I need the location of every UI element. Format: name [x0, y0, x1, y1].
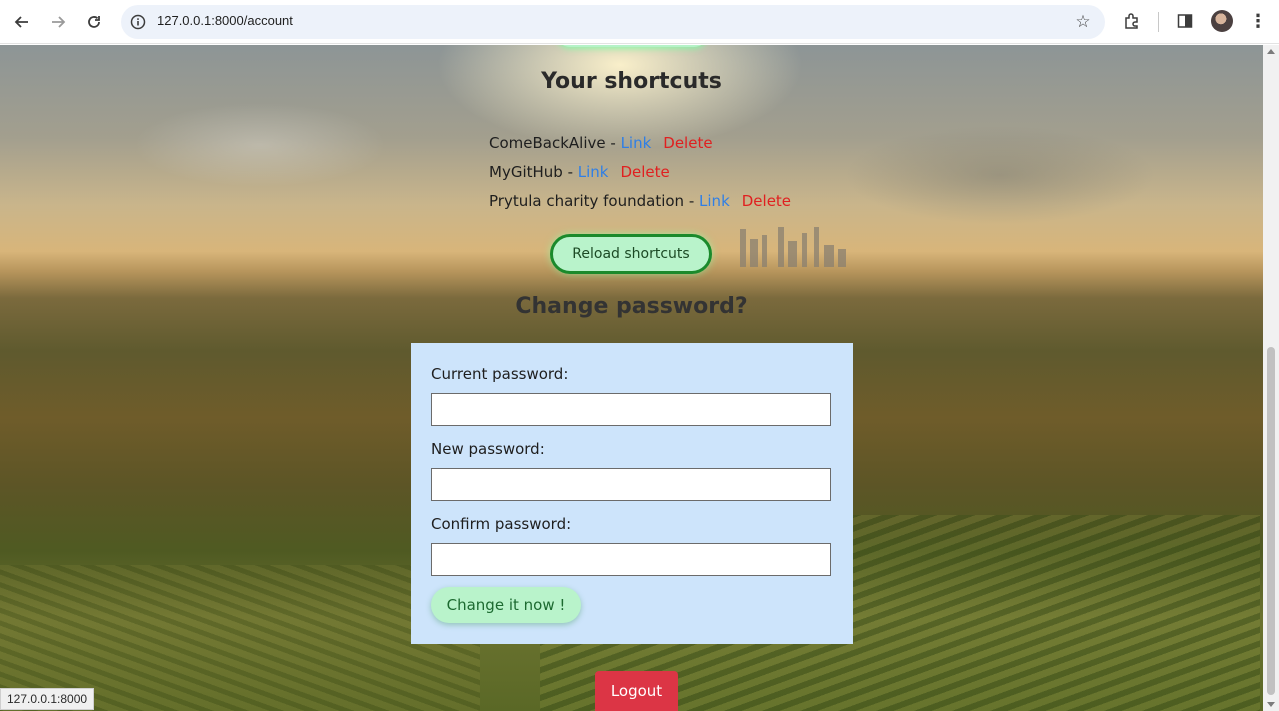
back-arrow-icon[interactable]: [9, 9, 35, 35]
shortcut-name: ComeBackAlive: [489, 134, 606, 152]
shortcut-separator: -: [684, 192, 700, 210]
scroll-up-arrow-icon[interactable]: [1267, 49, 1275, 54]
shortcut-list: ComeBackAlive - Link Delete MyGitHub - Li…: [489, 134, 791, 221]
change-password-form: Current password: New password: Confirm …: [411, 343, 853, 644]
site-info-icon[interactable]: [129, 13, 147, 31]
reload-shortcuts-button[interactable]: Reload shortcuts: [550, 234, 712, 274]
background-skyline-decor: [740, 227, 846, 267]
toolbar-separator: [1158, 12, 1159, 32]
shortcut-link[interactable]: Link: [699, 192, 730, 210]
profile-avatar[interactable]: [1211, 10, 1233, 32]
shortcut-link[interactable]: Link: [621, 134, 652, 152]
page-background: Your shortcuts ComeBackAlive - Link Delet…: [0, 45, 1263, 711]
list-item: Prytula charity foundation - Link Delete: [489, 192, 791, 221]
side-panel-icon[interactable]: [1174, 10, 1196, 32]
logout-button[interactable]: Logout: [595, 671, 678, 711]
shortcut-delete-button[interactable]: Delete: [620, 163, 669, 181]
more-menu-icon[interactable]: ⋮: [1247, 10, 1269, 32]
change-password-button[interactable]: Change it now !: [431, 587, 581, 623]
shortcut-separator: -: [562, 163, 578, 181]
shortcuts-heading: Your shortcuts: [541, 69, 722, 94]
new-password-label: New password:: [431, 440, 545, 458]
shortcut-link[interactable]: Link: [578, 163, 609, 181]
change-password-heading: Change password?: [515, 294, 748, 319]
confirm-password-input[interactable]: [431, 543, 831, 576]
current-password-label: Current password:: [431, 365, 569, 383]
shortcut-delete-button[interactable]: Delete: [742, 192, 791, 210]
top-button-partial[interactable]: [556, 45, 708, 47]
shortcut-separator: -: [605, 134, 621, 152]
page-scrollbar[interactable]: [1263, 45, 1279, 711]
browser-toolbar: 127.0.0.1:8000/account ☆ ⋮: [0, 0, 1279, 44]
shortcut-delete-button[interactable]: Delete: [663, 134, 712, 152]
extensions-icon[interactable]: [1121, 10, 1143, 32]
shortcut-name: Prytula charity foundation: [489, 192, 685, 210]
shortcut-name: MyGitHub: [489, 163, 563, 181]
reload-icon[interactable]: [81, 9, 107, 35]
current-password-input[interactable]: [431, 393, 831, 426]
confirm-password-label: Confirm password:: [431, 515, 572, 533]
address-bar[interactable]: 127.0.0.1:8000/account ☆: [121, 5, 1105, 39]
link-status-bar: 127.0.0.1:8000: [0, 688, 95, 710]
bookmark-star-icon[interactable]: ☆: [1073, 12, 1093, 32]
forward-arrow-icon[interactable]: [45, 9, 71, 35]
new-password-input[interactable]: [431, 468, 831, 501]
list-item: ComeBackAlive - Link Delete: [489, 134, 791, 163]
scroll-thumb[interactable]: [1267, 347, 1275, 695]
url-text[interactable]: 127.0.0.1:8000/account: [157, 13, 293, 28]
list-item: MyGitHub - Link Delete: [489, 163, 791, 192]
scroll-down-arrow-icon[interactable]: [1267, 702, 1275, 707]
